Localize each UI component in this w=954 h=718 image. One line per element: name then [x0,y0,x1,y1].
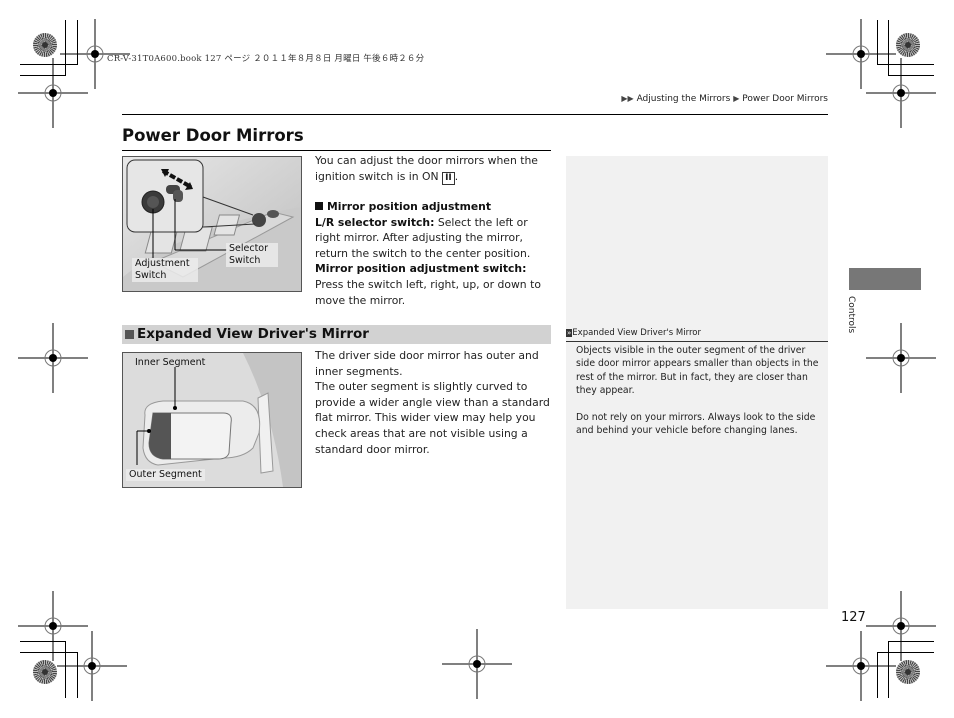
registration-mark-icon [866,323,936,393]
page-number: 127 [841,610,866,625]
header-rule [122,114,828,115]
side-note-body: Objects visible in the outer segment of … [576,345,819,437]
double-triangle-right-icon: ▶▶ [621,94,634,103]
print-header: CR-V-31T0A600.book 127 ページ ２０１１年８月８日 月曜日… [107,54,425,64]
registration-mark-icon [866,58,936,128]
color-bar-rosette-icon [896,33,920,57]
registration-mark-icon [18,58,88,128]
registration-mark-icon [826,631,896,701]
color-bar-rosette-icon [33,33,57,57]
registration-mark-icon [18,323,88,393]
selector-switch-label: Selector Switch [226,243,278,267]
ignition-position-badge: II [442,171,455,185]
adjustment-switch-description: Mirror position adjustment switch: Press… [315,262,541,307]
expanded-mirror-figure: Inner Segment Outer Segment [122,352,302,488]
breadcrumb-item[interactable]: Power Door Mirrors [742,94,828,104]
mirror-switch-figure: Selector Switch Adjustment Switch [122,156,302,292]
chapter-tab[interactable] [849,268,921,290]
subheading: Mirror position adjustment [315,199,555,215]
mirror-illustration [123,353,301,487]
expanded-view-description: The driver side door mirror has outer an… [315,349,550,456]
page-title: Power Door Mirrors [122,126,304,145]
breadcrumb-item[interactable]: Adjusting the Mirrors [637,94,731,104]
square-bullet-icon [315,202,323,210]
registration-mark-icon [57,631,127,701]
breadcrumb: ▶▶ Adjusting the Mirrors ▶ Power Door Mi… [621,94,828,104]
section-heading: Expanded View Driver's Mirror [137,326,369,342]
lr-selector-description: L/R selector switch: Select the left or … [315,215,531,260]
triangle-right-icon: ▶ [733,94,740,103]
adjustment-switch-label: Adjustment Switch [132,258,198,282]
outer-segment-label: Outer Segment [126,469,205,481]
color-bar-rosette-icon [896,660,920,684]
title-rule [122,150,551,151]
side-note-heading: »Expanded View Driver's Mirror [566,328,701,338]
side-note-rule [566,341,828,342]
inner-segment-label: Inner Segment [135,357,206,368]
mirror-adjustment-block: Mirror position adjustment L/R selector … [315,199,555,308]
color-bar-rosette-icon [33,660,57,684]
chapter-tab-label: Controls [846,296,856,334]
section-heading-bar: Expanded View Driver's Mirror [122,325,551,344]
registration-mark-icon [442,629,512,699]
square-bullet-icon [125,330,134,339]
intro-paragraph: You can adjust the door mirrors when the… [315,154,538,185]
